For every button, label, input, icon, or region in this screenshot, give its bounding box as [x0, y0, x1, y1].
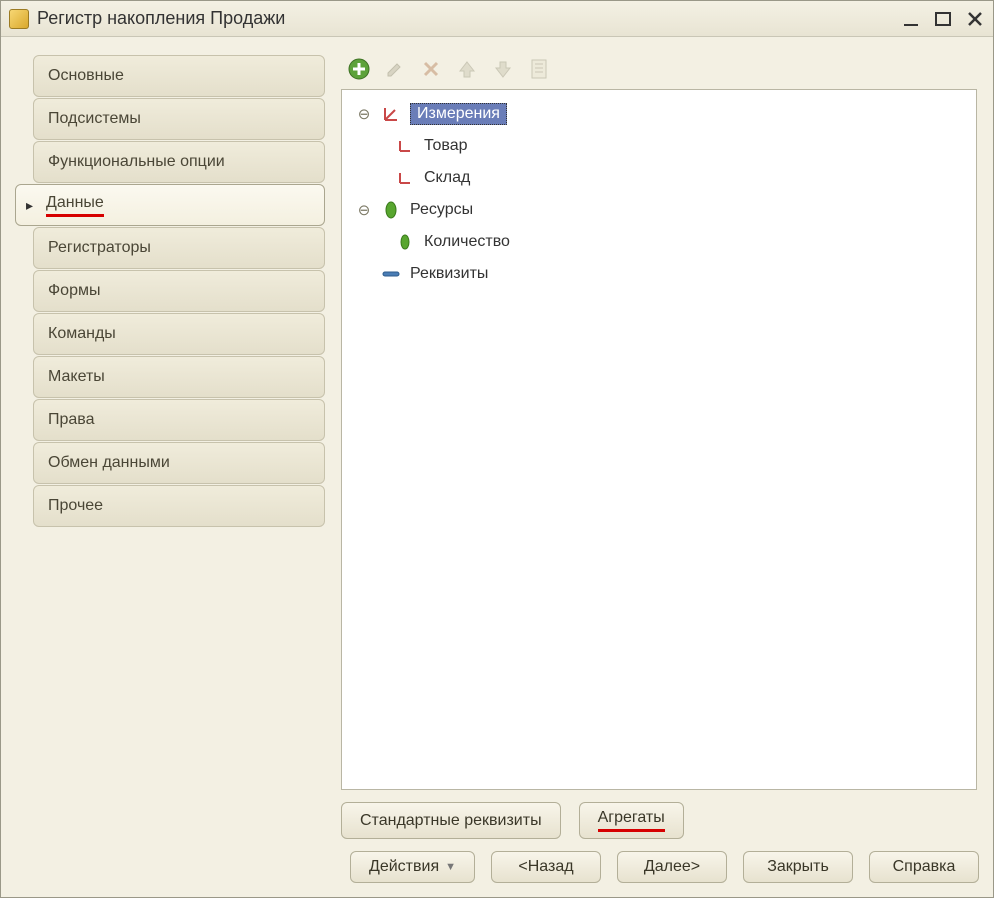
- sidebar-item-registrators[interactable]: Регистраторы: [33, 227, 325, 269]
- chevron-down-icon: ▼: [445, 861, 456, 873]
- next-button[interactable]: Далее>: [617, 851, 727, 883]
- window-title: Регистр накопления Продажи: [37, 8, 893, 29]
- main-row: Основные Подсистемы Функциональные опции…: [15, 49, 979, 839]
- sidebar-item-layouts[interactable]: Макеты: [33, 356, 325, 398]
- minimize-button[interactable]: [901, 9, 921, 29]
- sidebar-item-main[interactable]: Основные: [33, 55, 325, 97]
- properties-button[interactable]: [527, 57, 551, 81]
- edit-button[interactable]: [383, 57, 407, 81]
- window-frame: Регистр накопления Продажи Основные Подс…: [0, 0, 994, 898]
- bottom-bar: Действия ▼ <Назад Далее> Закрыть Справка: [15, 839, 979, 887]
- app-icon: [9, 9, 29, 29]
- dimensions-icon: [380, 104, 402, 124]
- titlebar: Регистр накопления Продажи: [1, 1, 993, 37]
- window-controls: [901, 9, 985, 29]
- toolbar: [341, 55, 977, 89]
- tree-group-attributes[interactable]: Реквизиты: [352, 258, 966, 290]
- aggregates-button[interactable]: Агрегаты: [579, 802, 684, 839]
- content-buttons: Стандартные реквизиты Агрегаты: [341, 790, 977, 839]
- tree-item-resource[interactable]: Количество: [352, 226, 966, 258]
- sidebar-item-commands[interactable]: Команды: [33, 313, 325, 355]
- close-dialog-button[interactable]: Закрыть: [743, 851, 853, 883]
- maximize-button[interactable]: [933, 9, 953, 29]
- tree-item-dimension[interactable]: Товар: [352, 130, 966, 162]
- sidebar-item-forms[interactable]: Формы: [33, 270, 325, 312]
- sidebar: Основные Подсистемы Функциональные опции…: [15, 49, 325, 839]
- sidebar-item-functional-options[interactable]: Функциональные опции: [33, 141, 325, 183]
- dimension-item-icon: [394, 168, 416, 188]
- collapse-icon[interactable]: ⊖: [356, 105, 372, 123]
- tree-item-dimension[interactable]: Склад: [352, 162, 966, 194]
- move-up-button[interactable]: [455, 57, 479, 81]
- attributes-icon: [380, 264, 402, 284]
- actions-dropdown[interactable]: Действия ▼: [350, 851, 475, 883]
- tree-label: Ресурсы: [410, 201, 473, 219]
- content-panel: ⊖ Измерения Товар: [333, 49, 979, 839]
- add-button[interactable]: [347, 57, 371, 81]
- dimension-item-icon: [394, 136, 416, 156]
- close-button[interactable]: [965, 9, 985, 29]
- tree-view[interactable]: ⊖ Измерения Товар: [341, 89, 977, 790]
- tree-label: Измерения: [410, 103, 507, 125]
- tree-label: Товар: [424, 137, 468, 155]
- sidebar-item-data[interactable]: Данные: [15, 184, 325, 226]
- tree-label: Количество: [424, 233, 510, 251]
- sidebar-item-subsystems[interactable]: Подсистемы: [33, 98, 325, 140]
- sidebar-item-exchange[interactable]: Обмен данными: [33, 442, 325, 484]
- tree-label: Реквизиты: [410, 265, 488, 283]
- collapse-icon[interactable]: ⊖: [356, 201, 372, 219]
- tree-group-dimensions[interactable]: ⊖ Измерения: [352, 98, 966, 130]
- body: Основные Подсистемы Функциональные опции…: [1, 37, 993, 897]
- back-button[interactable]: <Назад: [491, 851, 601, 883]
- sidebar-item-other[interactable]: Прочее: [33, 485, 325, 527]
- sidebar-item-rights[interactable]: Права: [33, 399, 325, 441]
- help-button[interactable]: Справка: [869, 851, 979, 883]
- delete-button[interactable]: [419, 57, 443, 81]
- move-down-button[interactable]: [491, 57, 515, 81]
- resources-icon: [380, 200, 402, 220]
- standard-attributes-button[interactable]: Стандартные реквизиты: [341, 802, 561, 839]
- resource-item-icon: [394, 232, 416, 252]
- tree-group-resources[interactable]: ⊖ Ресурсы: [352, 194, 966, 226]
- tree-label: Склад: [424, 169, 470, 187]
